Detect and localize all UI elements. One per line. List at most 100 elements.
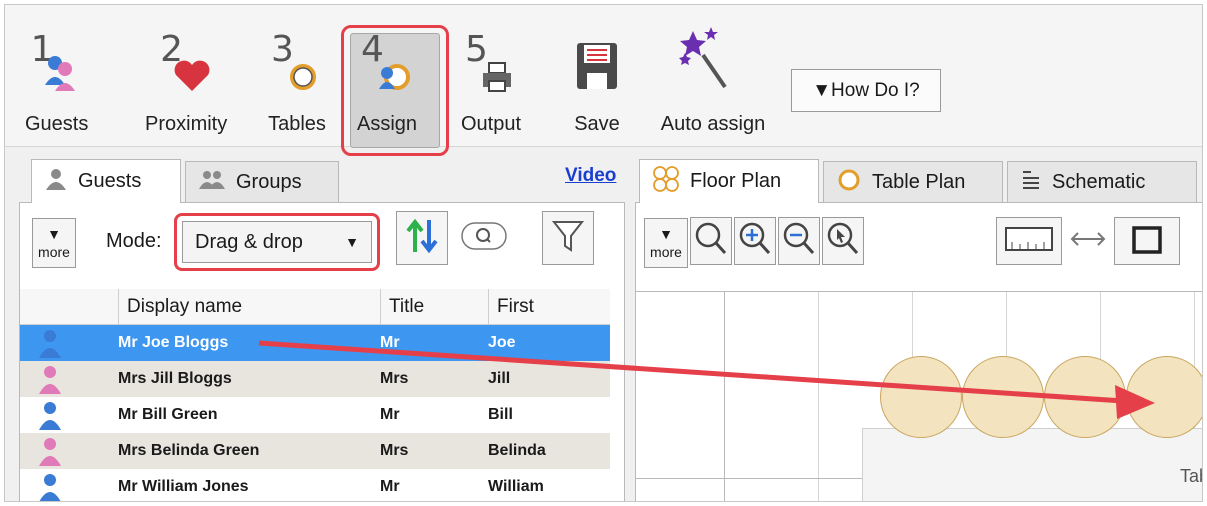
col-title[interactable]: Title xyxy=(380,289,488,325)
table-row[interactable]: Mr William Jones Mr William xyxy=(20,469,610,501)
tab-groups[interactable]: Groups xyxy=(185,161,339,203)
table-header: Display name Title First xyxy=(20,289,610,325)
tab-floor-plan-label: Floor Plan xyxy=(690,170,782,192)
floor-more-button[interactable]: ▼ more xyxy=(644,218,688,268)
tab-groups-label: Groups xyxy=(236,171,302,193)
search-button[interactable] xyxy=(458,211,510,265)
schematic-icon xyxy=(1020,168,1042,198)
zoom-pointer-icon xyxy=(825,219,861,264)
tab-schematic[interactable]: Schematic xyxy=(1007,161,1197,203)
tab-floor-plan[interactable]: Floor Plan xyxy=(639,159,819,203)
seat[interactable] xyxy=(1126,356,1202,438)
cell-title: Mr xyxy=(380,406,400,423)
more-button[interactable]: ▼ more xyxy=(32,218,76,268)
male-guest-icon xyxy=(20,469,80,501)
guests-panel: Guests Groups Video ▼ more Mode: Drag & … xyxy=(19,153,625,501)
guests-list-panel: ▼ more Mode: Drag & drop ▼ Display name … xyxy=(19,202,625,501)
cell-title: Mr xyxy=(380,478,400,495)
zoom-in-button[interactable] xyxy=(734,217,776,265)
guests-button[interactable]: 1 Guests xyxy=(25,23,88,145)
cell-title: Mrs xyxy=(380,442,409,459)
zoom-button[interactable] xyxy=(690,217,732,265)
zoom-out-button[interactable] xyxy=(778,217,820,265)
col-display-name[interactable]: Display name xyxy=(118,289,380,325)
male-guest-icon xyxy=(20,397,80,433)
cell-first: Jill xyxy=(488,370,511,387)
more-label: more xyxy=(38,243,70,260)
cell-first: Belinda xyxy=(488,442,546,459)
frame-button[interactable] xyxy=(1114,217,1180,265)
cell-name: Mrs Jill Bloggs xyxy=(118,370,232,387)
output-label: Output xyxy=(461,113,522,135)
auto-assign-button[interactable]: Auto assign xyxy=(653,23,773,145)
floor-plan-panel: Floor Plan Table Plan Schematic ▼ more T… xyxy=(635,153,1202,501)
seat[interactable] xyxy=(962,356,1044,438)
assign-label: Assign xyxy=(357,113,418,135)
cell-name: Mr Joe Bloggs xyxy=(118,334,229,351)
sort-button[interactable] xyxy=(396,211,448,265)
assign-icon: 4 xyxy=(357,23,417,103)
mode-label: Mode: xyxy=(106,230,162,252)
guests-icon: 1 xyxy=(27,23,87,103)
table-row[interactable]: Mr Joe Bloggs Mr Joe xyxy=(20,325,610,361)
tab-guests[interactable]: Guests xyxy=(31,159,181,203)
floor-plan-icon xyxy=(652,165,680,199)
assign-button[interactable]: 4 Assign xyxy=(357,23,417,145)
triangle-down-icon: ▼ xyxy=(659,225,673,242)
filter-button[interactable] xyxy=(542,211,594,265)
zoom-in-icon xyxy=(737,219,773,264)
ruler-button[interactable] xyxy=(996,217,1062,265)
cell-first: William xyxy=(488,478,544,495)
output-button[interactable]: 5 Output xyxy=(461,23,521,145)
distance-button[interactable] xyxy=(1064,217,1112,265)
square-icon xyxy=(1130,222,1164,261)
chevron-down-icon: ▼ xyxy=(345,234,359,250)
mode-value: Drag & drop xyxy=(195,230,303,253)
save-button[interactable]: Save xyxy=(567,23,627,145)
triangle-down-icon: ▼ xyxy=(47,225,61,242)
seat[interactable] xyxy=(1044,356,1126,438)
cell-name: Mr Bill Green xyxy=(118,406,218,423)
cell-first: Bill xyxy=(488,406,513,423)
zoom-out-icon xyxy=(781,219,817,264)
zoom-select-button[interactable] xyxy=(822,217,864,265)
search-icon xyxy=(460,219,508,258)
auto-assign-label: Auto assign xyxy=(660,113,766,135)
magic-wand-icon xyxy=(653,23,773,103)
grid-line xyxy=(724,292,725,501)
table-shape[interactable] xyxy=(862,428,1202,501)
female-guest-icon xyxy=(20,361,80,397)
table-row[interactable]: Mrs Belinda Green Mrs Belinda xyxy=(20,433,610,469)
table-row[interactable]: Mrs Jill Bloggs Mrs Jill xyxy=(20,361,610,397)
cell-first: Joe xyxy=(488,334,516,351)
proximity-button[interactable]: 2 Proximity xyxy=(145,23,227,145)
table-row[interactable]: Mr Bill Green Mr Bill xyxy=(20,397,610,433)
tab-guests-label: Guests xyxy=(78,170,142,192)
tab-table-plan[interactable]: Table Plan xyxy=(823,161,1003,203)
col-first[interactable]: First xyxy=(488,289,610,325)
heart-icon: 2 xyxy=(156,23,216,103)
tab-table-plan-label: Table Plan xyxy=(872,171,966,193)
filter-icon xyxy=(551,216,585,261)
printer-icon: 5 xyxy=(461,23,521,103)
video-link[interactable]: Video xyxy=(565,165,616,187)
sort-arrows-icon xyxy=(405,216,439,261)
proximity-label: Proximity xyxy=(145,113,228,135)
cell-name: Mr William Jones xyxy=(118,478,249,495)
cell-name: Mrs Belinda Green xyxy=(118,442,260,459)
guests-label: Guests xyxy=(25,113,89,135)
person-icon xyxy=(44,168,68,196)
ruler-icon xyxy=(1004,224,1054,259)
how-do-i-dropdown[interactable]: ▼How Do I? xyxy=(791,69,941,112)
floor-plan-canvas[interactable]: Tab xyxy=(635,291,1202,501)
mode-select[interactable]: Drag & drop ▼ xyxy=(182,221,372,263)
save-label: Save xyxy=(574,113,620,135)
magnifier-icon xyxy=(693,219,729,264)
group-icon xyxy=(198,169,226,197)
cell-title: Mr xyxy=(380,334,400,351)
floor-more-label: more xyxy=(650,243,682,260)
seat[interactable] xyxy=(880,356,962,438)
table-ring-icon xyxy=(836,167,862,199)
tables-button[interactable]: 3 Tables xyxy=(267,23,327,145)
floppy-disk-icon xyxy=(567,23,627,103)
